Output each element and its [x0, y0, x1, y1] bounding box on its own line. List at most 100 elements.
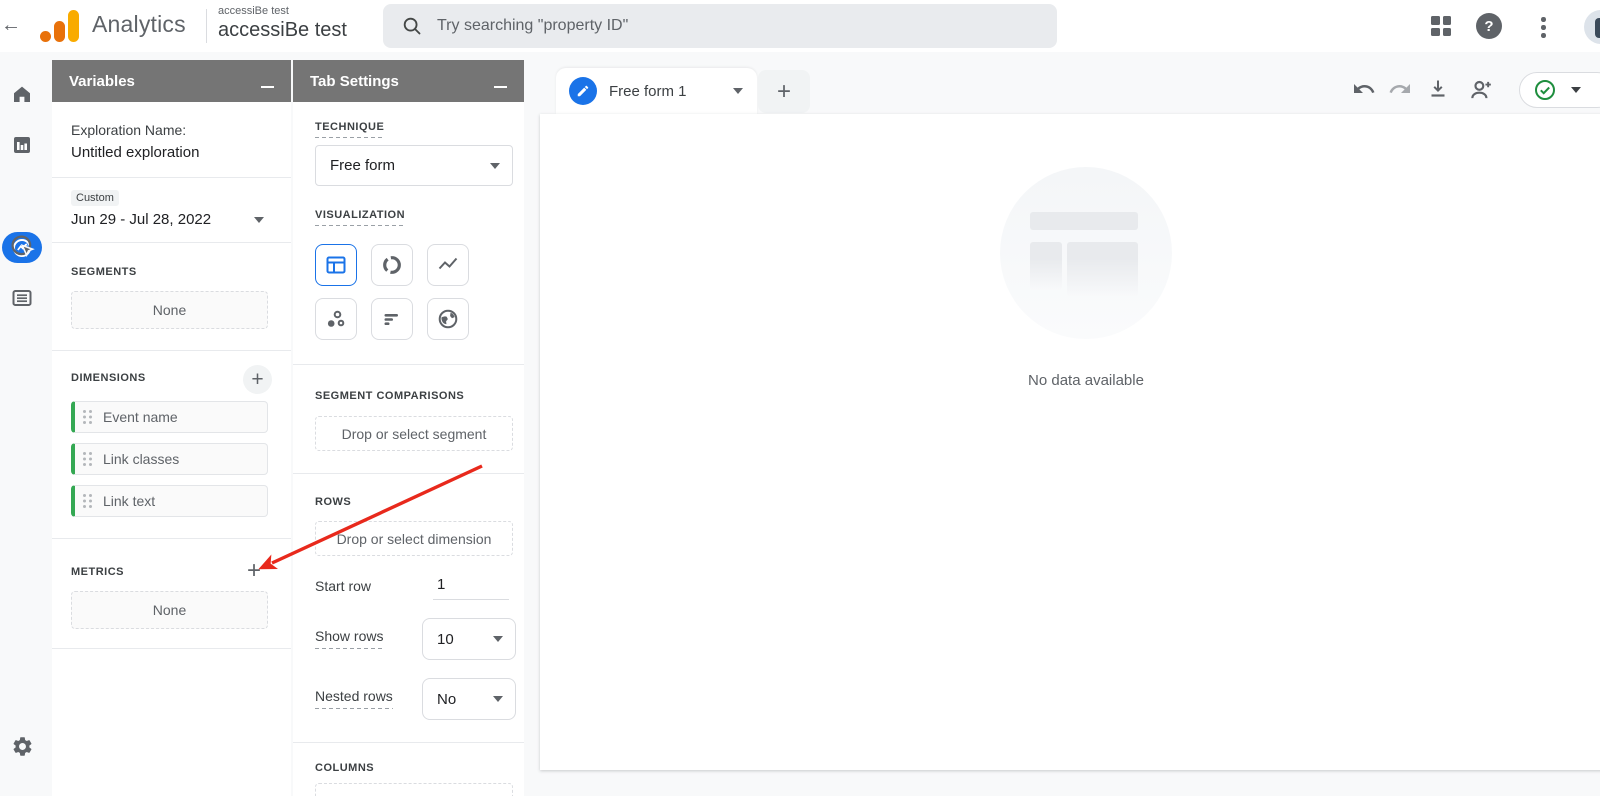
google-analytics-logo[interactable]: [40, 10, 80, 42]
home-icon[interactable]: [10, 82, 34, 106]
technique-select[interactable]: Free form: [315, 145, 513, 186]
account-property-switcher[interactable]: accessiBe test accessiBe test: [218, 5, 347, 42]
tab-menu-caret[interactable]: [733, 88, 743, 94]
donut-chart-icon: [380, 253, 404, 277]
segments-empty-text: None: [153, 302, 186, 318]
viz-geo-button[interactable]: [427, 298, 469, 340]
logo-bar-mid: [54, 21, 65, 42]
segments-label: SEGMENTS: [71, 266, 137, 278]
viz-bar-button[interactable]: [371, 298, 413, 340]
pencil-icon: [569, 77, 597, 105]
product-name: Analytics: [92, 11, 186, 38]
tab-settings-panel-header: Tab Settings: [293, 60, 524, 102]
drag-handle-icon[interactable]: [83, 494, 92, 508]
nested-rows-select[interactable]: No: [422, 678, 516, 720]
chevron-down-icon: [254, 217, 264, 223]
saved-status-button[interactable]: [1519, 72, 1600, 108]
undo-icon[interactable]: [1352, 77, 1376, 101]
rows-label: ROWS: [315, 496, 351, 508]
search-bar[interactable]: [383, 4, 1057, 48]
add-tab-button[interactable]: +: [758, 70, 810, 113]
chevron-down-icon: [493, 636, 503, 642]
add-dimension-button[interactable]: +: [243, 365, 272, 394]
tab-label: Free form 1: [609, 83, 687, 100]
library-icon[interactable]: [10, 286, 34, 310]
metrics-label: METRICS: [71, 566, 124, 578]
apps-grid-icon[interactable]: [1431, 16, 1451, 36]
dimension-chip[interactable]: Link classes: [71, 443, 268, 475]
help-glyph: ?: [1484, 18, 1493, 35]
drop-zone-placeholder: Drop or select dimension: [337, 531, 492, 547]
tab-free-form-1[interactable]: Free form 1: [556, 68, 757, 114]
divider: [293, 364, 524, 365]
columns-drop-zone[interactable]: [315, 783, 513, 796]
start-row-input[interactable]: 1: [433, 572, 509, 600]
avatar[interactable]: [1584, 10, 1600, 44]
kebab-menu-icon[interactable]: [1539, 15, 1548, 40]
logo-bar-tall: [68, 10, 79, 42]
minimize-icon[interactable]: [261, 86, 274, 88]
exploration-name-value[interactable]: Untitled exploration: [71, 144, 199, 161]
tab-settings-panel: Tab Settings TECHNIQUE Free form VISUALI…: [293, 60, 524, 796]
search-input[interactable]: [437, 4, 1057, 48]
chevron-down-icon: [490, 163, 500, 169]
exploration-name-label: Exploration Name:: [71, 122, 186, 138]
divider: [52, 350, 291, 351]
drop-zone-placeholder: Drop or select segment: [342, 426, 487, 442]
minimize-icon[interactable]: [494, 86, 507, 88]
show-rows-value: 10: [437, 631, 454, 648]
settings-gear-icon[interactable]: [11, 735, 34, 758]
redo-icon[interactable]: [1388, 77, 1412, 101]
variables-title: Variables: [69, 73, 135, 90]
drag-handle-icon[interactable]: [83, 410, 92, 424]
logo-dot: [40, 31, 51, 42]
segment-comparisons-drop-zone[interactable]: Drop or select segment: [315, 416, 513, 451]
dimensions-label: DIMENSIONS: [71, 372, 146, 384]
viz-scatter-button[interactable]: [315, 298, 357, 340]
scatter-chart-icon: [324, 307, 348, 331]
dimension-chip-label: Link classes: [103, 451, 179, 467]
add-segment-button[interactable]: +: [290, 261, 291, 283]
viz-line-button[interactable]: [427, 244, 469, 286]
plus-glyph: +: [777, 78, 791, 106]
dimension-chip-label: Link text: [103, 493, 155, 509]
back-arrow-icon[interactable]: ←: [1, 14, 21, 37]
add-metric-button[interactable]: +: [247, 559, 261, 583]
metrics-drop-zone[interactable]: None: [71, 591, 268, 629]
check-circle-icon: [1534, 79, 1556, 101]
date-range-selector[interactable]: Jun 29 - Jul 28, 2022: [71, 211, 211, 228]
metrics-empty-text: None: [153, 602, 186, 618]
segment-comparisons-label: SEGMENT COMPARISONS: [315, 390, 464, 402]
viz-table-button[interactable]: [315, 244, 357, 286]
show-rows-select[interactable]: 10: [422, 618, 516, 660]
dimension-chip[interactable]: Event name: [71, 401, 268, 433]
visualization-label: VISUALIZATION: [315, 209, 405, 226]
download-icon[interactable]: [1426, 77, 1450, 101]
dimension-chip[interactable]: Link text: [71, 485, 268, 517]
divider: [52, 648, 291, 649]
no-data-message: No data available: [986, 372, 1186, 389]
technique-label: TECHNIQUE: [315, 121, 384, 138]
reports-icon[interactable]: [10, 133, 34, 157]
search-icon: [401, 15, 423, 37]
share-users-icon[interactable]: [1468, 77, 1494, 103]
bar-chart-icon: [380, 307, 404, 331]
header-divider: [206, 9, 207, 43]
help-icon[interactable]: ?: [1476, 13, 1502, 39]
rows-drop-zone[interactable]: Drop or select dimension: [315, 521, 513, 556]
plus-glyph: +: [251, 368, 263, 392]
dimension-chip-label: Event name: [103, 409, 178, 425]
viz-donut-button[interactable]: [371, 244, 413, 286]
advertising-icon[interactable]: [9, 233, 36, 260]
segments-drop-zone[interactable]: None: [71, 291, 268, 329]
empty-state-table-column: [1030, 242, 1062, 290]
divider: [293, 742, 524, 743]
columns-label: COLUMNS: [315, 762, 374, 774]
start-row-label: Start row: [315, 578, 371, 594]
variables-panel-header: Variables: [52, 60, 291, 102]
geo-map-icon: [436, 307, 460, 331]
date-range-type-badge: Custom: [71, 190, 119, 206]
visualization-canvas: No data available: [540, 114, 1600, 770]
technique-value: Free form: [330, 157, 395, 174]
drag-handle-icon[interactable]: [83, 452, 92, 466]
